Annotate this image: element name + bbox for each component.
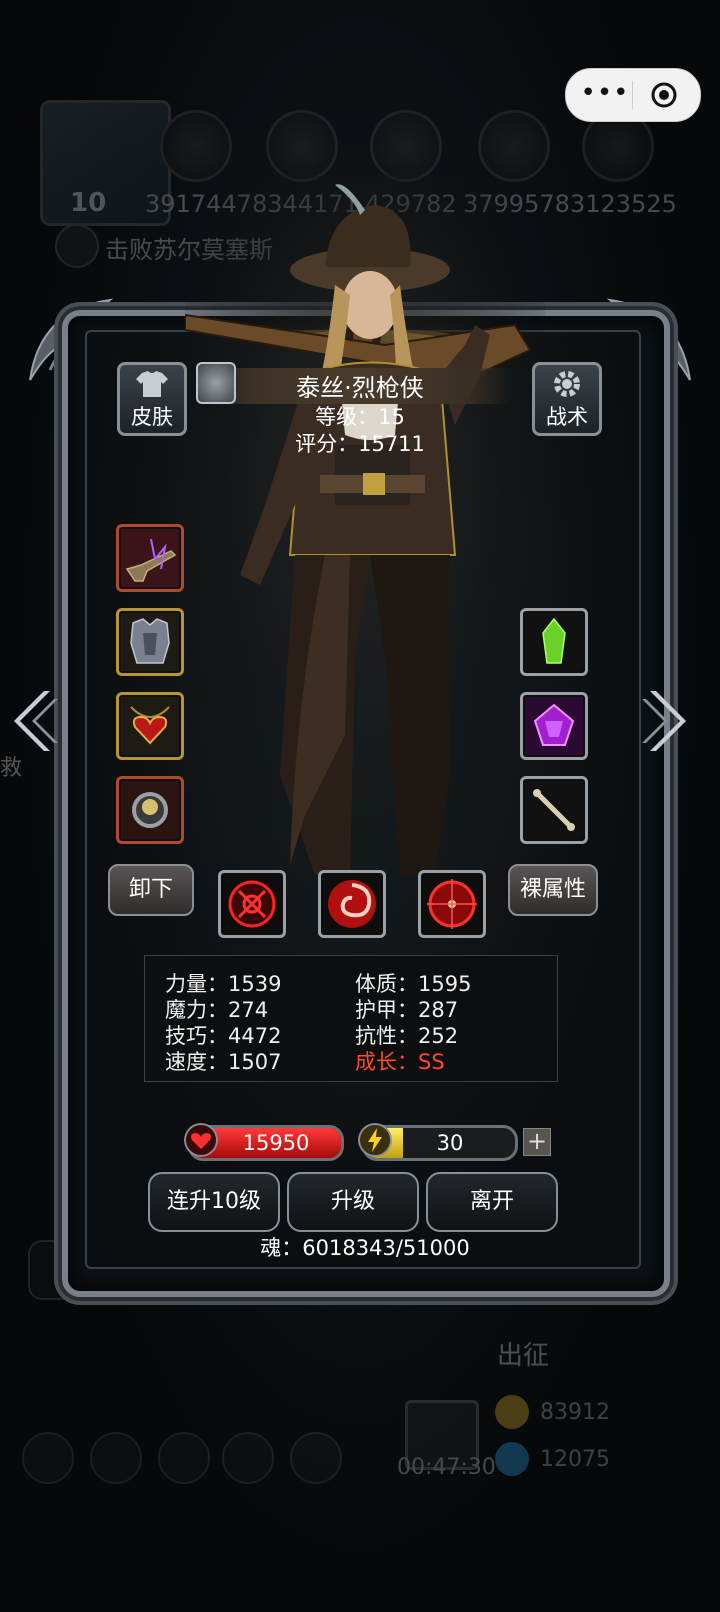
hero-portrait bbox=[185, 175, 545, 875]
menu-icon bbox=[22, 1432, 74, 1484]
skin-button[interactable]: 皮肤 bbox=[117, 362, 187, 436]
bone-icon bbox=[525, 781, 583, 839]
skill-slot-1[interactable] bbox=[218, 870, 286, 938]
hero-level: 等级：15 bbox=[315, 405, 405, 429]
rank-badge-icon bbox=[196, 362, 236, 404]
resource-icon bbox=[160, 110, 232, 182]
hero-score: 评分：15711 bbox=[295, 432, 425, 456]
capsule-divider bbox=[632, 81, 633, 109]
menu-icon bbox=[222, 1432, 274, 1484]
armor-slot[interactable] bbox=[116, 608, 184, 676]
previous-hero-arrow-icon[interactable] bbox=[10, 685, 60, 757]
skill-slot-2[interactable] bbox=[318, 870, 386, 938]
menu-icon bbox=[158, 1432, 210, 1484]
skill-slot-3[interactable] bbox=[418, 870, 486, 938]
purple-gem-icon bbox=[525, 697, 583, 755]
resource-count: 3123525 bbox=[570, 190, 677, 218]
target-skill-icon bbox=[427, 879, 477, 929]
ring-icon bbox=[121, 781, 179, 839]
resource-icon bbox=[478, 110, 550, 182]
heart-amulet-icon bbox=[121, 697, 179, 755]
expedition-label: 出征 bbox=[497, 1341, 550, 1371]
resource-icon bbox=[266, 110, 338, 182]
tactics-button[interactable]: 战术 bbox=[532, 362, 602, 436]
gold-count: 83912 bbox=[540, 1400, 610, 1425]
bone-slot[interactable] bbox=[520, 776, 588, 844]
soul-counter: 魂：6018343/51000 bbox=[260, 1236, 470, 1260]
leave-button[interactable]: 离开 bbox=[426, 1172, 558, 1232]
timer: 00:47:30 bbox=[397, 1455, 496, 1480]
swirl-skill-icon bbox=[328, 880, 376, 928]
crosshair-skill-icon bbox=[228, 880, 276, 928]
gold-icon bbox=[495, 1395, 529, 1429]
stats-panel: 力量：1539 体质：1595 魔力：274 护甲：287 技巧：4472 抗性… bbox=[144, 955, 558, 1082]
hero-name: 泰丝·烈枪侠 bbox=[296, 374, 424, 402]
level-up-button[interactable]: 升级 bbox=[287, 1172, 419, 1232]
add-energy-button[interactable]: + bbox=[523, 1128, 551, 1156]
more-dots-icon[interactable]: ••• bbox=[580, 79, 630, 111]
weapon-slot[interactable] bbox=[116, 524, 184, 592]
next-hero-arrow-icon[interactable] bbox=[640, 685, 690, 757]
menu-icon bbox=[90, 1432, 142, 1484]
heart-icon bbox=[184, 1123, 218, 1157]
miniprogram-capsule: ••• bbox=[565, 68, 701, 122]
shirt-icon bbox=[136, 371, 168, 397]
gem-count: 12075 bbox=[540, 1447, 610, 1472]
stat-speed: 速度：1507 bbox=[165, 1050, 282, 1074]
ring-slot[interactable] bbox=[116, 776, 184, 844]
gem-icon bbox=[495, 1442, 529, 1476]
gear-icon bbox=[554, 371, 580, 397]
resource-icon bbox=[370, 110, 442, 182]
level-up-10-button[interactable]: 连升10级 bbox=[148, 1172, 280, 1232]
amulet-slot[interactable] bbox=[116, 692, 184, 760]
player-level: 10 bbox=[70, 188, 107, 218]
stat-growth: 成长：SS bbox=[355, 1050, 445, 1074]
crystal-slot[interactable] bbox=[520, 608, 588, 676]
target-circle-icon[interactable] bbox=[650, 81, 678, 109]
menu-icon bbox=[290, 1432, 342, 1484]
unequip-button[interactable]: 卸下 bbox=[108, 864, 194, 916]
bare-attributes-button[interactable]: 裸属性 bbox=[508, 864, 598, 916]
lightning-icon bbox=[358, 1123, 392, 1157]
armor-icon bbox=[121, 613, 179, 671]
gem-slot[interactable] bbox=[520, 692, 588, 760]
skin-label: 皮肤 bbox=[131, 405, 173, 429]
green-crystal-icon bbox=[525, 613, 583, 671]
pistol-icon bbox=[121, 529, 179, 587]
tactics-label: 战术 bbox=[546, 405, 588, 429]
